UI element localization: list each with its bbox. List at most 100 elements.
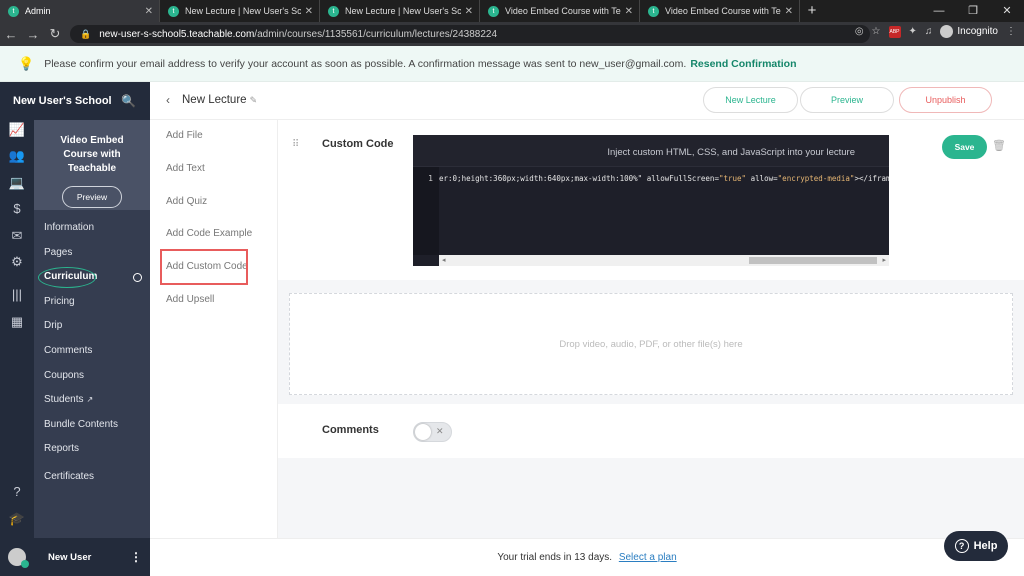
extensions-icon[interactable]: ✦ — [909, 26, 917, 37]
select-plan-link[interactable]: Select a plan — [619, 552, 677, 563]
add-file-button[interactable]: Add File — [166, 130, 203, 141]
save-button[interactable]: Save — [942, 135, 987, 159]
content-blocks-menu: Add File Add Text Add Quiz Add Code Exam… — [150, 120, 278, 538]
unpublish-button[interactable]: Unpublish — [899, 87, 992, 113]
new-tab-button[interactable]: + — [800, 0, 824, 22]
chevron-left-icon[interactable]: ‹ — [166, 93, 170, 107]
mail-icon[interactable]: ✉ — [0, 228, 34, 244]
users-icon[interactable]: 👥 — [0, 148, 34, 164]
code-editor[interactable]: Inject custom HTML, CSS, and JavaScript … — [413, 135, 889, 266]
add-text-button[interactable]: Add Text — [166, 163, 205, 174]
minimize-icon[interactable]: — — [922, 0, 956, 22]
browser-tab[interactable]: t Admin ✕ — [0, 0, 160, 22]
sidebar-item-coupons[interactable]: Coupons — [34, 364, 150, 389]
sidebar-item-pages[interactable]: Pages — [34, 241, 150, 266]
pencil-icon[interactable]: ✎ — [250, 95, 258, 105]
close-icon[interactable]: ✕ — [305, 6, 313, 17]
trial-text: Your trial ends in 13 days. — [497, 552, 613, 563]
tab-title: New Lecture | New User's School — [345, 6, 461, 16]
analytics-icon[interactable]: 📈 — [0, 122, 34, 138]
scroll-left-icon[interactable]: ◂ — [442, 256, 446, 264]
gear-icon[interactable]: ⚙ — [0, 254, 34, 270]
teachable-favicon-icon: t — [648, 5, 659, 17]
close-window-icon[interactable]: ✕ — [990, 0, 1024, 22]
sidebar-item-certificates[interactable]: Certificates — [34, 465, 150, 490]
teachable-favicon-icon: t — [488, 5, 499, 17]
library-icon[interactable]: ||| — [0, 287, 34, 302]
drag-handle-icon[interactable]: ⠿ — [292, 139, 299, 150]
trial-bar: Your trial ends in 13 days. Select a pla… — [150, 538, 1024, 576]
sidebar-item-bundle-contents[interactable]: Bundle Contents — [34, 413, 150, 438]
reload-icon[interactable]: ↻ — [44, 26, 66, 42]
external-link-icon: ↗ — [86, 395, 94, 405]
dollar-icon[interactable]: $ — [0, 201, 34, 216]
trash-icon[interactable]: 🗑 — [992, 139, 1006, 152]
url-field[interactable]: 🔒 new-user-s-school5.teachable.com /admi… — [70, 25, 870, 43]
calendar-icon[interactable]: ▦ — [0, 314, 34, 330]
annotation-highlight-box — [160, 249, 248, 285]
banner-message: Please confirm your email address to ver… — [44, 57, 687, 70]
close-icon[interactable]: ✕ — [785, 6, 793, 17]
editor-hint: Inject custom HTML, CSS, and JavaScript … — [413, 135, 889, 167]
more-vertical-icon[interactable]: ⋮ — [130, 550, 142, 564]
scrollbar-thumb[interactable] — [749, 257, 877, 264]
toggle-knob — [415, 424, 431, 440]
sidebar-item-pricing[interactable]: Pricing — [34, 290, 150, 315]
browser-tab[interactable]: t Video Embed Course with Teacha ✕ — [480, 0, 640, 22]
lecture-title[interactable]: New Lecture ✎ — [182, 94, 257, 106]
close-icon[interactable]: ✕ — [625, 6, 633, 17]
tab-title: New Lecture | New User's Sc — [185, 6, 301, 16]
graduation-cap-icon[interactable]: 🎓 — [0, 511, 34, 527]
devices-icon[interactable]: 💻 — [0, 175, 34, 191]
sidebar-item-students[interactable]: Students ↗ — [34, 388, 150, 413]
user-bar: New User ⋮ — [0, 538, 150, 576]
lock-icon: 🔒 — [80, 28, 92, 39]
horizontal-scrollbar[interactable]: ◂ ▸ — [439, 255, 889, 266]
browser-actions: ◎ ☆ ABP ✦ ♫ Incognito ⋮ — [855, 25, 1016, 38]
curriculum-highlight-ring — [38, 267, 96, 289]
custom-code-label: Custom Code — [322, 138, 394, 150]
lightbulb-icon: 💡 — [18, 55, 35, 71]
avatar[interactable] — [8, 548, 29, 568]
preview-button[interactable]: Preview — [800, 87, 894, 113]
search-icon[interactable]: 🔍 — [121, 82, 136, 120]
adblock-icon[interactable]: ABP — [888, 25, 901, 38]
help-button[interactable]: ? Help — [944, 531, 1008, 561]
browser-tab[interactable]: t New Lecture | New User's School ✕ — [320, 0, 480, 22]
media-icon[interactable]: ♫ — [925, 26, 933, 37]
close-icon[interactable]: ✕ — [465, 6, 473, 17]
sidebar-item-comments[interactable]: Comments — [34, 339, 150, 364]
file-dropzone[interactable]: Drop video, audio, PDF, or other file(s)… — [289, 293, 1013, 395]
incognito-icon — [940, 25, 954, 38]
resend-confirmation-link[interactable]: Resend Confirmation — [690, 58, 796, 70]
course-preview-button[interactable]: Preview — [61, 186, 123, 208]
lecture-toolbar: ‹ New Lecture ✎ New Lecture Preview Unpub… — [150, 82, 1024, 120]
browser-tab[interactable]: t Video Embed Course with Teacha ✕ — [640, 0, 800, 22]
code-line[interactable]: er:0;height:360px;width:640px;max-width:… — [439, 174, 889, 188]
browser-tab[interactable]: t New Lecture | New User's Sc ✕ — [160, 0, 320, 22]
user-name[interactable]: New User — [48, 552, 91, 563]
scroll-right-icon[interactable]: ▸ — [882, 256, 886, 264]
sidebar-item-label: Students — [44, 394, 84, 406]
add-upsell-button[interactable]: Add Upsell — [166, 294, 214, 305]
sidebar-item-drip[interactable]: Drip — [34, 314, 150, 339]
close-icon[interactable]: ✕ — [145, 6, 153, 17]
incognito-profile[interactable]: Incognito — [940, 25, 998, 38]
browser-menu-icon[interactable]: ⋮ — [1006, 26, 1016, 37]
sidebar-item-curriculum[interactable]: Curriculum — [34, 265, 150, 290]
add-quiz-button[interactable]: Add Quiz — [166, 196, 207, 207]
star-icon[interactable]: ☆ — [872, 26, 881, 37]
sidebar-item-information[interactable]: Information — [34, 216, 150, 241]
restore-icon[interactable]: ❐ — [956, 0, 990, 22]
back-arrow-icon[interactable]: ← — [0, 27, 22, 42]
add-code-example-button[interactable]: Add Code Example — [166, 228, 252, 239]
school-name[interactable]: New User's School — [13, 95, 112, 107]
teachable-favicon-icon: t — [328, 5, 339, 17]
x-icon: ✕ — [436, 426, 444, 436]
help-circle-icon[interactable]: ? — [0, 484, 34, 499]
eye-off-icon[interactable]: ◎ — [855, 26, 864, 37]
new-lecture-button[interactable]: New Lecture — [703, 87, 798, 113]
comments-toggle[interactable]: ✕ — [413, 422, 452, 442]
forward-arrow-icon[interactable]: → — [22, 27, 44, 42]
sidebar-item-reports[interactable]: Reports — [34, 437, 150, 462]
